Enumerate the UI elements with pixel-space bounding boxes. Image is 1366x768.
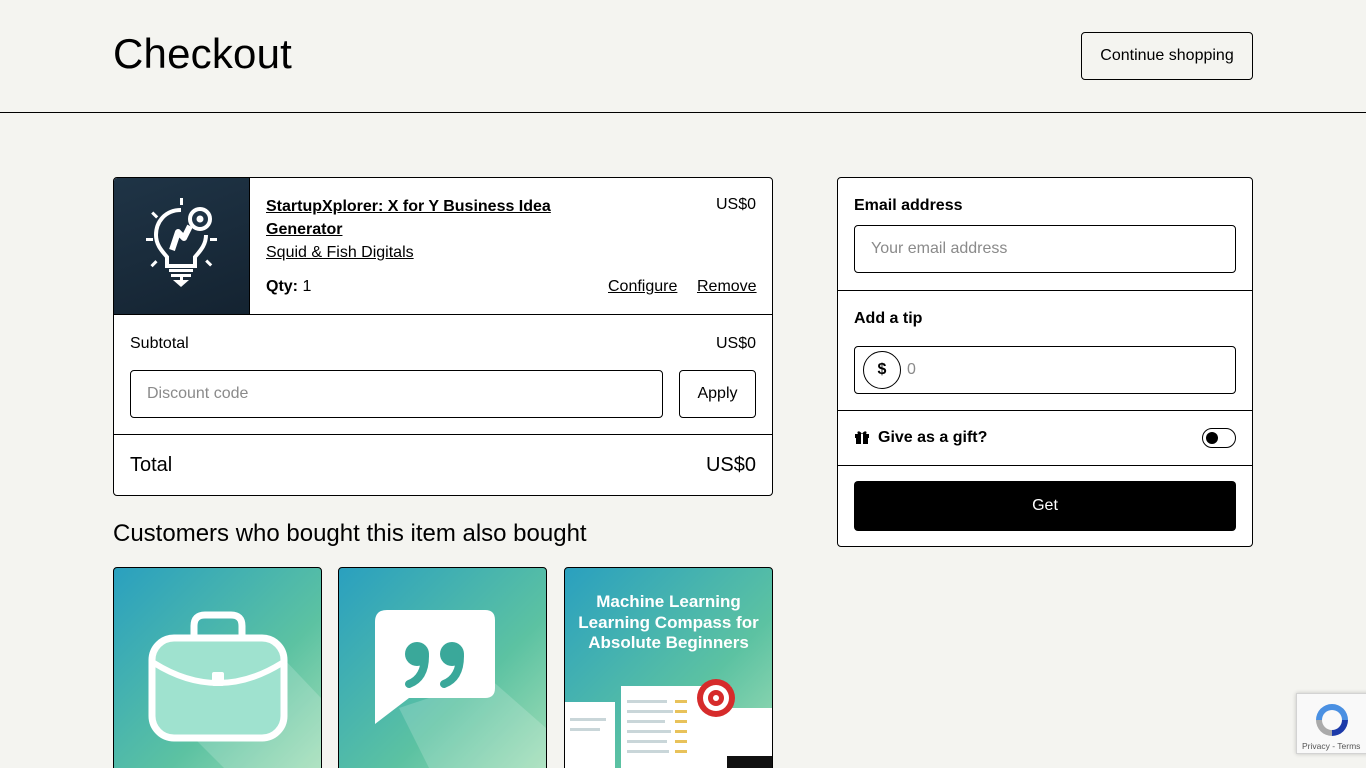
get-button[interactable]: Get <box>854 481 1236 531</box>
email-label: Email address <box>854 197 963 214</box>
recommended-product-card[interactable] <box>338 567 547 768</box>
product-thumbnail[interactable] <box>114 178 250 314</box>
gift-icon <box>855 431 869 444</box>
email-input[interactable] <box>854 225 1236 273</box>
quote-icon <box>375 610 546 768</box>
item-price: US$0 <box>715 196 756 213</box>
recaptcha-badge[interactable]: Privacy - Terms <box>1296 693 1366 754</box>
total-label: Total <box>130 454 173 476</box>
total-value: US$0 <box>705 454 756 476</box>
tip-label: Add a tip <box>854 310 923 327</box>
apply-discount-button[interactable]: Apply <box>679 370 756 418</box>
toggle-knob <box>1206 432 1218 444</box>
briefcase-icon <box>148 611 321 768</box>
quantity: Qty: 1 <box>266 278 311 296</box>
remove-link[interactable]: Remove <box>697 278 757 296</box>
page-header: Checkout Continue shopping <box>0 0 1366 113</box>
recommended-product-card[interactable]: Machine Learning Learning Compass for Ab… <box>564 567 773 768</box>
subtotal-label: Subtotal <box>130 335 189 352</box>
tip-field: $ <box>854 346 1236 394</box>
qty-value: 1 <box>302 278 312 295</box>
cart-panel: StartupXplorer: X for Y Business Idea Ge… <box>113 177 773 496</box>
subtotal-value: US$0 <box>715 335 756 352</box>
gift-label: Give as a gift? <box>878 429 988 446</box>
currency-symbol: $ <box>863 351 901 389</box>
card-title: Machine Learning Learning Compass for Ab… <box>578 592 759 652</box>
discount-code-input[interactable] <box>130 370 663 418</box>
also-bought-heading: Customers who bought this item also boug… <box>113 520 587 547</box>
tip-section: Add a tip $ <box>838 291 1252 411</box>
product-title-link[interactable]: StartupXplorer: X for Y Business Idea Ge… <box>266 195 566 241</box>
checkout-panel: Email address Add a tip $ Give as a gift… <box>837 177 1253 547</box>
lightbulb-gear-icon <box>145 198 217 287</box>
recommended-product-card[interactable] <box>113 567 322 768</box>
recaptcha-links[interactable]: Privacy - Terms <box>1302 741 1360 751</box>
subtotal-section: Subtotal US$0 Apply <box>114 315 772 435</box>
tip-amount-input[interactable] <box>907 348 1227 392</box>
page-title: Checkout <box>113 30 293 77</box>
recaptcha-logo-icon <box>1316 704 1348 736</box>
email-section: Email address <box>838 178 1252 291</box>
seller-link[interactable]: Squid & Fish Digitals <box>266 244 414 262</box>
cart-item: StartupXplorer: X for Y Business Idea Ge… <box>114 178 772 315</box>
qty-label: Qty: <box>266 278 298 295</box>
gift-toggle[interactable] <box>1202 428 1236 448</box>
gift-section: Give as a gift? <box>838 411 1252 466</box>
configure-link[interactable]: Configure <box>608 278 677 296</box>
continue-shopping-button[interactable]: Continue shopping <box>1081 32 1253 80</box>
study-plan-screenshot-image <box>565 679 772 768</box>
